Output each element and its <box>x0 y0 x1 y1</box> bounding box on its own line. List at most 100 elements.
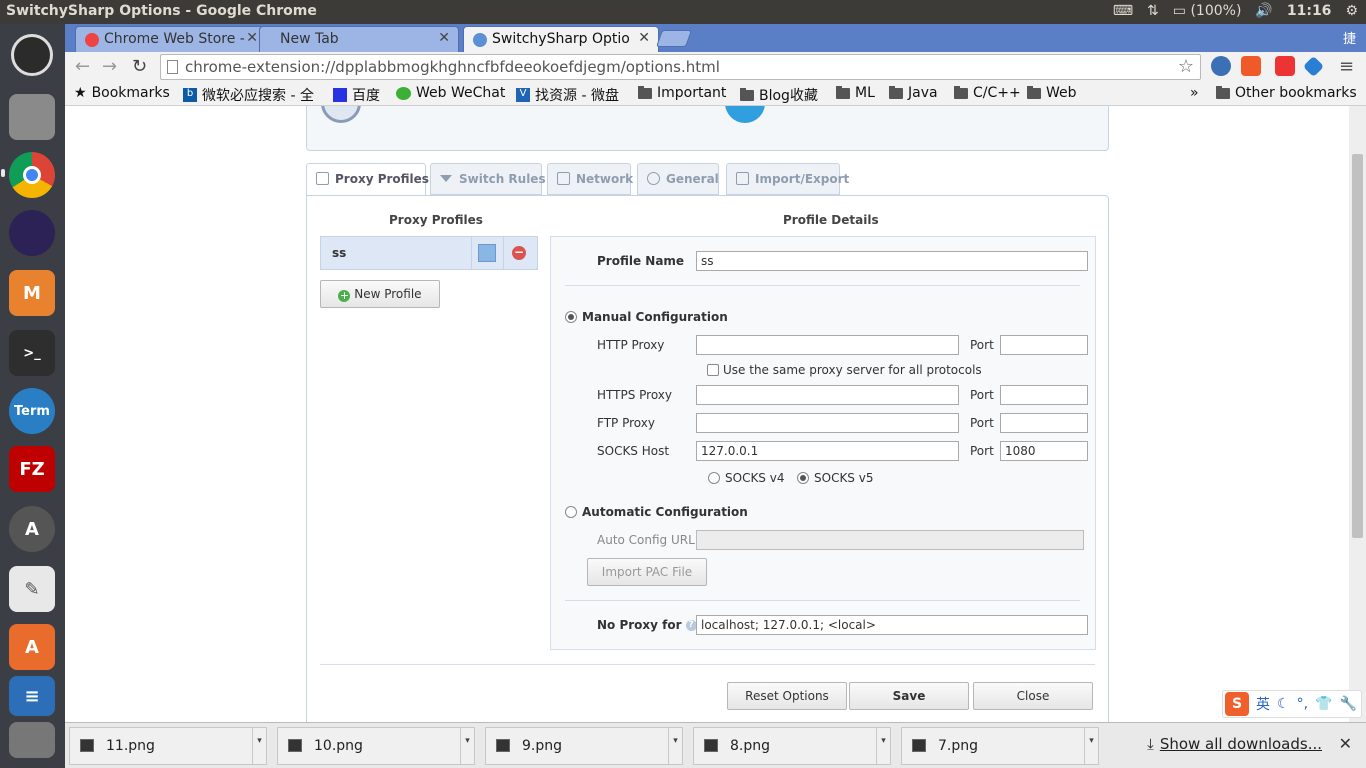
text-editor-icon[interactable]: ✎ <box>9 566 55 612</box>
reload-icon[interactable]: ↻ <box>132 56 147 77</box>
download-menu-chevron-icon[interactable]: ▾ <box>668 728 682 764</box>
settings-gear-icon[interactable]: ⚙ <box>1345 3 1358 19</box>
chrome-icon[interactable] <box>9 152 55 198</box>
socks-v4-radio[interactable] <box>708 472 720 484</box>
terminal-icon[interactable]: >_ <box>9 330 55 376</box>
software-updater-icon[interactable]: A <box>9 506 55 552</box>
tab-new-tab[interactable]: New Tab ✕ <box>259 26 459 52</box>
socks-host-input[interactable]: 127.0.0.1 <box>696 441 959 461</box>
download-menu-chevron-icon[interactable]: ▾ <box>1084 728 1098 764</box>
bookmark-star-icon[interactable]: ☆ <box>1178 56 1194 77</box>
skin-shirt-icon[interactable]: 👕 <box>1315 696 1332 712</box>
http-proxy-input[interactable] <box>696 335 959 355</box>
no-proxy-input[interactable]: localhost; 127.0.0.1; <local> <box>696 615 1088 635</box>
bookmark-folder-cpp[interactable]: C/C++ <box>954 85 1021 101</box>
trash-icon[interactable] <box>9 722 55 758</box>
download-item[interactable]: 7.png ▾ <box>901 727 1099 765</box>
close-button[interactable]: Close <box>973 682 1093 710</box>
adblock-off-extension-icon[interactable] <box>1275 56 1295 76</box>
bookmark-bookmarks[interactable]: ★ Bookmarks <box>74 85 170 101</box>
network-icon[interactable]: ⇅ <box>1147 3 1159 19</box>
battery-indicator[interactable]: ▭ (100%) <box>1173 3 1242 19</box>
tab-switchysharp-options[interactable]: SwitchySharp Optio ✕ <box>463 26 659 52</box>
download-item[interactable]: 9.png ▾ <box>485 727 683 765</box>
bookmark-folder-ml[interactable]: ML <box>836 85 875 101</box>
bookmark-folder-java[interactable]: Java <box>889 85 938 101</box>
ftp-port-input[interactable] <box>1000 413 1088 433</box>
bookmark-vdisk[interactable]: V 找资源 - 微盘 <box>516 85 619 105</box>
sogou-logo-icon[interactable]: S <box>1225 692 1249 716</box>
socks-port-input[interactable]: 1080 <box>1000 441 1088 461</box>
forward-arrow-icon[interactable]: → <box>102 56 117 77</box>
bookmark-folder-important[interactable]: Important <box>638 85 726 101</box>
scrollbar-thumb[interactable] <box>1352 154 1363 538</box>
switchysharp-extension-icon[interactable] <box>1211 56 1231 76</box>
tab-network[interactable]: Network <box>547 163 633 195</box>
http-port-input[interactable] <box>1000 335 1088 355</box>
close-tab-icon[interactable]: ✕ <box>438 30 450 46</box>
same-proxy-checkbox[interactable] <box>707 364 719 376</box>
close-downloads-icon[interactable]: ✕ <box>1339 734 1352 753</box>
tab-proxy-profiles[interactable]: Proxy Profiles <box>306 163 429 196</box>
profile-name-input[interactable]: ss <box>696 251 1088 271</box>
back-arrow-icon[interactable]: ← <box>75 56 90 77</box>
document-viewer-icon[interactable]: ≡ <box>9 676 55 716</box>
chrome-menu-icon[interactable]: ≡ <box>1339 56 1354 77</box>
bookmarks-overflow-button[interactable]: » <box>1190 85 1199 101</box>
matlab-icon[interactable]: M <box>9 270 55 316</box>
auto-config-radio[interactable] <box>565 506 577 518</box>
tab-import-export[interactable]: Import/Export <box>726 163 849 195</box>
download-menu-chevron-icon[interactable]: ▾ <box>252 728 266 764</box>
close-tab-icon[interactable]: ✕ <box>246 30 258 46</box>
manual-config-radio[interactable] <box>565 311 577 323</box>
volume-icon[interactable]: 🔊 <box>1255 3 1272 19</box>
download-menu-chevron-icon[interactable]: ▾ <box>460 728 474 764</box>
other-bookmarks-folder[interactable]: Other bookmarks <box>1216 85 1357 101</box>
tab-switch-rules[interactable]: Switch Rules <box>430 163 546 195</box>
new-tab-button[interactable] <box>655 30 693 47</box>
auto-config-url-input[interactable] <box>696 530 1084 550</box>
ftp-proxy-input[interactable] <box>696 413 959 433</box>
feedly-extension-icon[interactable] <box>1302 55 1325 78</box>
ubuntu-dash-icon[interactable] <box>11 34 53 76</box>
keyboard-icon[interactable]: ⌨ <box>1113 3 1133 19</box>
punctuation-icon[interactable]: °, <box>1297 696 1308 712</box>
tab-chrome-web-store[interactable]: Chrome Web Store - ✕ <box>75 26 267 52</box>
wrench-icon[interactable]: 🔧 <box>1339 696 1356 712</box>
eclipse-icon[interactable] <box>9 210 55 256</box>
import-pac-button[interactable]: Import PAC File <box>587 558 707 586</box>
save-button[interactable]: Save <box>849 682 969 710</box>
https-proxy-input[interactable] <box>696 385 959 405</box>
profile-color-swatch[interactable] <box>478 244 496 262</box>
bookmark-web-wechat[interactable]: Web WeChat <box>396 85 505 101</box>
show-all-downloads-link[interactable]: ⤓ Show all downloads... <box>1147 735 1322 753</box>
help-icon[interactable]: ? <box>685 620 697 631</box>
moon-icon[interactable]: ☾ <box>1277 696 1290 712</box>
socks-v5-radio[interactable] <box>797 472 809 484</box>
download-item[interactable]: 11.png ▾ <box>69 727 267 765</box>
ime-language-toggle[interactable]: 英 <box>1256 694 1270 714</box>
bookmark-label: 找资源 - 微盘 <box>535 88 619 104</box>
bookmark-folder-web[interactable]: Web <box>1027 85 1077 101</box>
translate-extension-icon[interactable] <box>1241 56 1261 76</box>
bookmark-bing[interactable]: b 微软必应搜索 - 全 <box>183 85 314 105</box>
clock[interactable]: 11:16 <box>1287 3 1332 19</box>
download-item[interactable]: 8.png ▾ <box>693 727 891 765</box>
download-menu-chevron-icon[interactable]: ▾ <box>876 728 890 764</box>
file-cabinet-icon[interactable] <box>9 94 55 140</box>
delete-profile-icon[interactable]: − <box>512 246 526 260</box>
new-profile-button[interactable]: + New Profile <box>320 280 440 308</box>
bookmark-folder-blog[interactable]: Blog收藏 <box>740 85 818 105</box>
download-item[interactable]: 10.png ▾ <box>277 727 475 765</box>
qterm-icon[interactable]: Term <box>9 388 55 434</box>
close-tab-icon[interactable]: ✕ <box>638 30 650 46</box>
profile-list-item[interactable]: ss − <box>320 236 538 270</box>
https-port-input[interactable] <box>1000 385 1088 405</box>
filezilla-icon[interactable]: FZ <box>9 446 55 492</box>
page-scrollbar[interactable] <box>1349 106 1366 722</box>
address-bar[interactable]: chrome-extension://dpplabbmogkhghncfbfde… <box>160 54 1201 80</box>
reset-options-button[interactable]: Reset Options <box>727 682 847 710</box>
bookmark-baidu[interactable]: 百度 <box>333 85 380 105</box>
tab-general[interactable]: General <box>637 163 719 195</box>
software-center-icon[interactable]: A <box>9 624 55 670</box>
